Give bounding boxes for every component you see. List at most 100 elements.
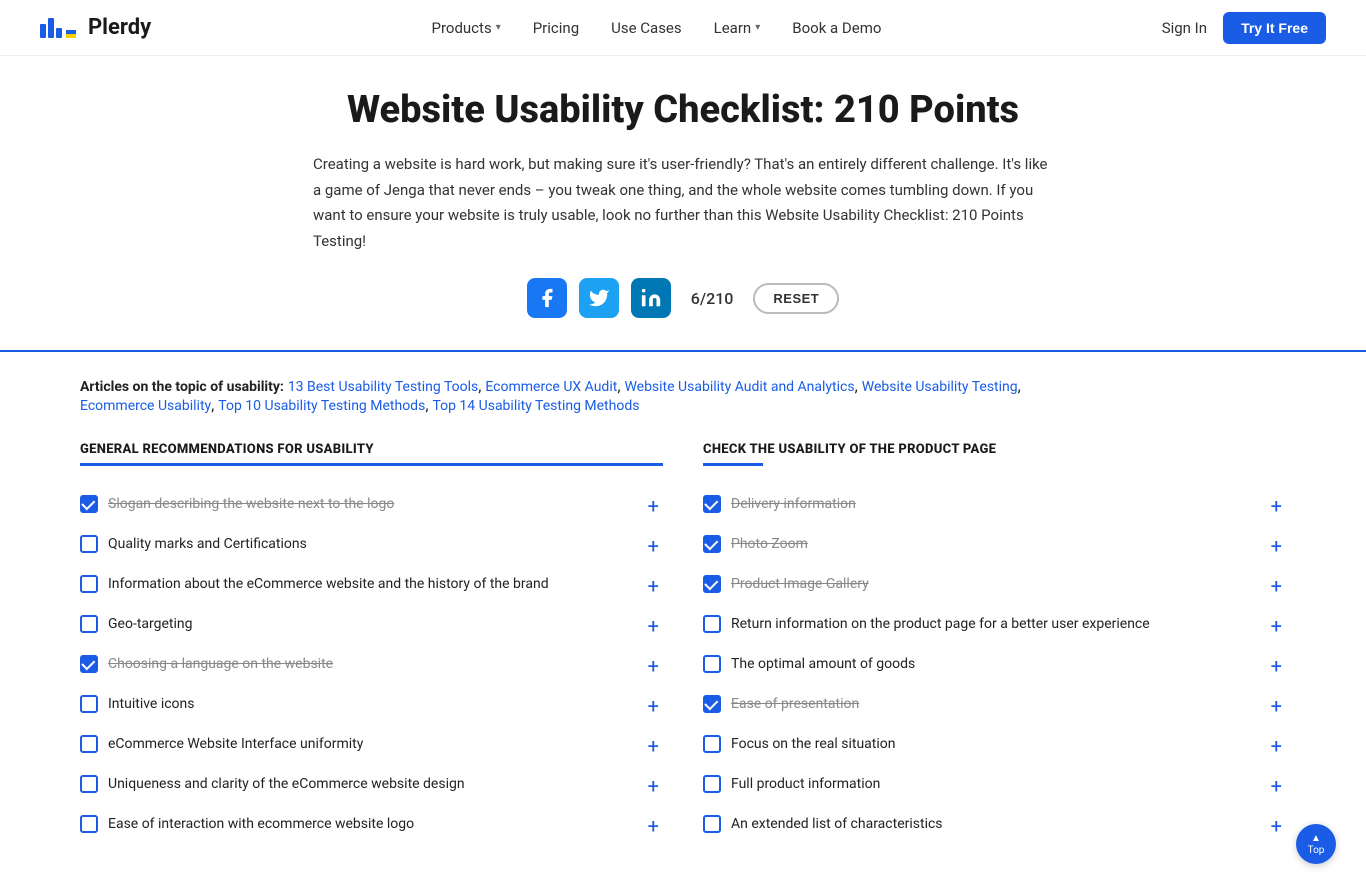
check-label: Ease of interaction with ecommerce websi…	[108, 814, 414, 835]
article-link-3[interactable]: Website Usability Audit and Analytics	[624, 379, 854, 395]
check-label: Uniqueness and clarity of the eCommerce …	[108, 774, 465, 795]
logo-bar-2	[48, 18, 54, 38]
checkbox-1-right[interactable]	[703, 535, 721, 553]
scroll-top-label: Top	[1308, 845, 1325, 856]
expand-button[interactable]: +	[644, 654, 663, 678]
list-item: Ease of interaction with ecommerce websi…	[80, 806, 663, 846]
checklist-container: GENERAL RECOMMENDATIONS FOR USABILITY Sl…	[0, 442, 1366, 846]
expand-button[interactable]: +	[644, 814, 663, 838]
check-label: Focus on the real situation	[731, 734, 895, 755]
check-label: Full product information	[731, 774, 880, 795]
article-link-4[interactable]: Website Usability Testing	[862, 379, 1018, 395]
reset-button[interactable]: RESET	[753, 283, 839, 314]
checklist-counter: 6/210	[691, 289, 734, 308]
nav-book-demo[interactable]: Book a Demo	[792, 3, 881, 53]
article-link-2[interactable]: Ecommerce UX Audit	[485, 379, 617, 395]
check-label: An extended list of characteristics	[731, 814, 943, 835]
article-link-6[interactable]: Top 10 Usability Testing Methods	[218, 398, 425, 414]
expand-button[interactable]: +	[1267, 694, 1286, 718]
logo-bar-3	[56, 28, 62, 38]
list-item: Product Image Gallery +	[703, 566, 1286, 606]
list-item: Information about the eCommerce website …	[80, 566, 663, 606]
checkbox-8-right[interactable]	[703, 815, 721, 833]
try-free-button[interactable]: Try It Free	[1223, 12, 1326, 44]
list-item: Uniqueness and clarity of the eCommerce …	[80, 766, 663, 806]
logo-area: Plerdy	[40, 15, 151, 40]
linkedin-share-button[interactable]	[631, 278, 671, 318]
logo-flag	[66, 30, 76, 38]
left-column: GENERAL RECOMMENDATIONS FOR USABILITY Sl…	[80, 442, 663, 846]
checkbox-8-left[interactable]	[80, 815, 98, 833]
article-link-7[interactable]: Top 14 Usability Testing Methods	[432, 398, 639, 414]
checkbox-5-left[interactable]	[80, 695, 98, 713]
linkedin-icon	[640, 287, 662, 309]
nav-use-cases[interactable]: Use Cases	[611, 3, 682, 53]
articles-section: Articles on the topic of usability: 13 B…	[0, 376, 1366, 414]
expand-button[interactable]: +	[644, 574, 663, 598]
list-item: Ease of presentation +	[703, 686, 1286, 726]
nav-menu: Products ▾ Pricing Use Cases Learn ▾ Boo…	[432, 3, 882, 53]
checkbox-2-right[interactable]	[703, 575, 721, 593]
expand-button[interactable]: +	[644, 534, 663, 558]
checkbox-3-right[interactable]	[703, 615, 721, 633]
check-label: Slogan describing the website next to th…	[108, 494, 394, 515]
checkbox-5-right[interactable]	[703, 695, 721, 713]
list-item: Choosing a language on the website +	[80, 646, 663, 686]
expand-button[interactable]: +	[644, 774, 663, 798]
chevron-down-icon: ▾	[496, 22, 501, 33]
list-item: Geo-targeting +	[80, 606, 663, 646]
check-label: Information about the eCommerce website …	[108, 574, 549, 595]
expand-button[interactable]: +	[1267, 814, 1286, 838]
check-label: Geo-targeting	[108, 614, 193, 635]
checkbox-7-right[interactable]	[703, 775, 721, 793]
checkbox-6-right[interactable]	[703, 735, 721, 753]
checkbox-4-left[interactable]	[80, 655, 98, 673]
checkbox-2-left[interactable]	[80, 575, 98, 593]
expand-button[interactable]: +	[1267, 574, 1286, 598]
facebook-share-button[interactable]	[527, 278, 567, 318]
article-link-5[interactable]: Ecommerce Usability	[80, 398, 211, 414]
checkbox-4-right[interactable]	[703, 655, 721, 673]
scroll-to-top-button[interactable]: ▲ Top	[1296, 824, 1336, 864]
logo-bar-1	[40, 24, 46, 38]
expand-button[interactable]: +	[644, 494, 663, 518]
expand-button[interactable]: +	[1267, 654, 1286, 678]
list-item: An extended list of characteristics +	[703, 806, 1286, 846]
check-label: Choosing a language on the website	[108, 654, 333, 675]
nav-actions: Sign In Try It Free	[1162, 12, 1326, 44]
check-label: eCommerce Website Interface uniformity	[108, 734, 363, 755]
checkbox-3-left[interactable]	[80, 615, 98, 633]
twitter-share-button[interactable]	[579, 278, 619, 318]
article-link-1[interactable]: 13 Best Usability Testing Tools	[288, 379, 478, 395]
section-divider	[0, 350, 1366, 352]
expand-button[interactable]: +	[644, 614, 663, 638]
expand-button[interactable]: +	[644, 694, 663, 718]
expand-button[interactable]: +	[1267, 534, 1286, 558]
expand-button[interactable]: +	[1267, 494, 1286, 518]
chevron-up-icon: ▲	[1311, 833, 1321, 844]
list-item: Slogan describing the website next to th…	[80, 486, 663, 526]
expand-button[interactable]: +	[1267, 734, 1286, 758]
articles-label: Articles on the topic of usability:	[80, 379, 284, 395]
nav-pricing[interactable]: Pricing	[533, 3, 579, 53]
checkbox-6-left[interactable]	[80, 735, 98, 753]
nav-learn[interactable]: Learn ▾	[714, 3, 761, 53]
check-label: Delivery information	[731, 494, 856, 515]
checkbox-7-left[interactable]	[80, 775, 98, 793]
check-label: The optimal amount of goods	[731, 654, 915, 675]
expand-button[interactable]: +	[1267, 774, 1286, 798]
checkbox-1-left[interactable]	[80, 535, 98, 553]
checkbox-0-left[interactable]	[80, 495, 98, 513]
list-item: Photo Zoom +	[703, 526, 1286, 566]
signin-button[interactable]: Sign In	[1162, 19, 1207, 37]
nav-products[interactable]: Products ▾	[432, 3, 501, 53]
list-item: eCommerce Website Interface uniformity +	[80, 726, 663, 766]
check-label: Return information on the product page f…	[731, 614, 1150, 635]
list-item: Quality marks and Certifications +	[80, 526, 663, 566]
check-label: Intuitive icons	[108, 694, 195, 715]
expand-button[interactable]: +	[1267, 614, 1286, 638]
expand-button[interactable]: +	[644, 734, 663, 758]
hero-section: Website Usability Checklist: 210 Points …	[233, 56, 1133, 350]
right-column: CHECK THE USABILITY OF THE PRODUCT PAGE …	[703, 442, 1286, 846]
checkbox-0-right[interactable]	[703, 495, 721, 513]
